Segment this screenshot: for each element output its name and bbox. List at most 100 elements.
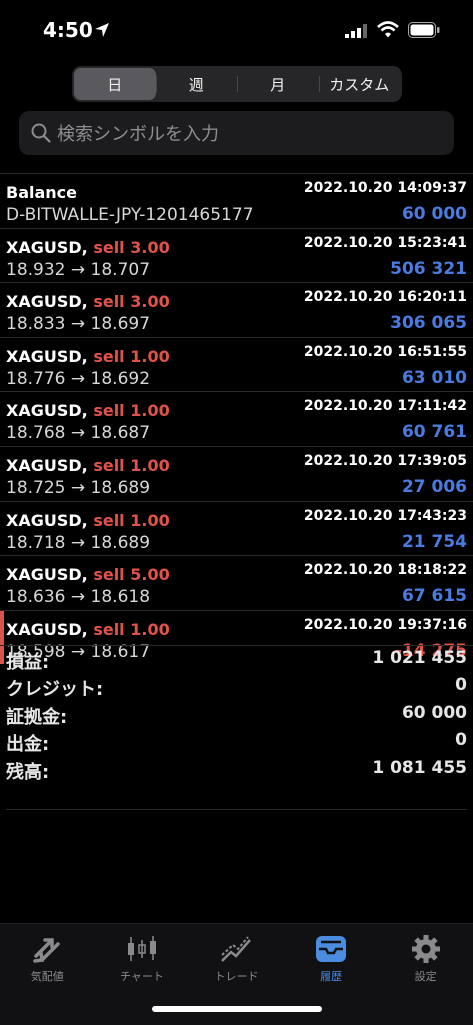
symbol-text: XAGUSD,	[6, 510, 88, 530]
summary-value: 1 021 455	[372, 648, 467, 668]
history-row-trade[interactable]: XAGUSD, sell 1.00 18.718 → 18.689 2022.1…	[0, 500, 473, 556]
summary-value: 60 000	[401, 702, 467, 723]
row-side: sell 1.00	[93, 346, 170, 366]
tab-label: 履歴	[320, 970, 343, 983]
period-tab-week[interactable]: 週	[155, 68, 238, 100]
row-symbol: XAGUSD, sell 1.00	[6, 456, 170, 475]
row-detail: 18.932 → 18.707	[6, 259, 151, 280]
summary-label: クレジット:	[6, 679, 104, 701]
row-side: sell 1.00	[93, 401, 170, 421]
gear-icon	[411, 935, 440, 963]
row-side: sell 3.00	[93, 237, 170, 257]
period-tab-month[interactable]: 月	[237, 68, 319, 100]
search-icon	[31, 123, 51, 143]
summary-withdrawal: 出金: 0	[0, 728, 473, 755]
symbol-text: XAGUSD,	[6, 565, 88, 585]
history-row-trade[interactable]: XAGUSD, sell 1.00 18.776 → 18.692 2022.1…	[0, 336, 473, 392]
summary-profit: 損益: 1 021 455	[0, 646, 473, 673]
row-datetime: 2022.10.20 16:20:11	[303, 289, 467, 306]
row-datetime: 2022.10.20 17:11:42	[303, 398, 467, 415]
tab-label: チャート	[119, 970, 164, 983]
row-symbol: XAGUSD, sell 1.00	[6, 401, 170, 420]
row-side: sell 5.00	[93, 565, 170, 585]
period-tab-day[interactable]: 日	[74, 68, 156, 100]
row-datetime: 2022.10.20 15:23:41	[303, 234, 467, 251]
row-symbol: Balance	[6, 183, 77, 202]
history-row-trade[interactable]: XAGUSD, sell 1.00 18.725 → 18.689 2022.1…	[0, 445, 473, 501]
home-indicator	[152, 1006, 322, 1012]
history-row-trade[interactable]: XAGUSD, sell 1.00 18.768 → 18.687 2022.1…	[0, 391, 473, 446]
row-value: 60 761	[401, 422, 467, 443]
location-arrow-icon	[95, 23, 109, 37]
row-datetime: 2022.10.20 14:09:37	[303, 180, 467, 196]
period-tab-custom[interactable]: カスタム	[318, 68, 401, 100]
history-row-trade[interactable]: XAGUSD, sell 5.00 18.636 → 18.618 2022.1…	[0, 555, 473, 610]
summary-label: 残高:	[6, 761, 50, 783]
summary-divider	[6, 809, 467, 810]
history-row-trade[interactable]: XAGUSD, sell 3.00 18.932 → 18.707 2022.1…	[0, 227, 473, 283]
row-datetime: 2022.10.20 17:43:23	[303, 507, 467, 524]
row-symbol: XAGUSD, sell 1.00	[6, 511, 170, 530]
summary-value: 1 081 455	[372, 757, 467, 778]
symbol-text: XAGUSD,	[6, 455, 88, 475]
symbol-text: XAGUSD,	[6, 292, 88, 312]
symbol-text: XAGUSD,	[6, 346, 88, 366]
row-datetime: 2022.10.20 17:39:05	[303, 452, 467, 469]
row-detail: D-BITWALLE-JPY-1201465177	[6, 205, 254, 225]
symbol-text: XAGUSD,	[6, 237, 88, 257]
row-value: 60 000	[401, 204, 467, 224]
wifi-icon	[377, 21, 399, 38]
row-symbol: XAGUSD, sell 3.00	[6, 238, 170, 257]
row-side: sell 3.00	[93, 292, 170, 312]
row-side: sell 1.00	[93, 455, 170, 475]
row-value: 63 010	[401, 367, 467, 388]
row-value: 27 006	[401, 476, 467, 497]
row-symbol: XAGUSD, sell 1.00	[6, 620, 170, 639]
summary-label: 損益:	[6, 652, 50, 673]
summary-balance: 残高: 1 081 455	[0, 756, 473, 783]
row-datetime: 2022.10.20 19:37:16	[303, 616, 467, 633]
row-detail: 18.718 → 18.689	[6, 532, 151, 553]
cellular-signal-icon	[345, 24, 367, 38]
quotes-arrows-icon	[33, 938, 61, 963]
inbox-tray-icon	[316, 936, 347, 962]
tab-label: 気配値	[30, 970, 64, 983]
summary-section: 損益: 1 021 455 クレジット: 0 証拠金: 60 000 出金: 0…	[0, 645, 473, 783]
search-placeholder: 検索シンボルを入力	[57, 124, 219, 145]
period-segmented-control: 日 週 月 カスタム	[72, 66, 402, 102]
row-detail: 18.776 → 18.692	[6, 368, 151, 389]
candlestick-chart-icon	[127, 936, 156, 961]
symbol-text: XAGUSD,	[6, 619, 88, 639]
row-symbol: XAGUSD, sell 3.00	[6, 292, 170, 311]
search-input[interactable]: 検索シンボルを入力	[19, 111, 454, 155]
status-bar: 4:50	[0, 0, 473, 60]
row-detail: 18.636 → 18.618	[6, 587, 151, 608]
battery-icon	[408, 22, 440, 38]
history-row-balance[interactable]: Balance D-BITWALLE-JPY-1201465177 2022.1…	[0, 173, 473, 228]
summary-value: 0	[455, 730, 467, 751]
symbol-text: XAGUSD,	[6, 401, 88, 421]
summary-credit: クレジット: 0	[0, 673, 473, 700]
row-detail: 18.725 → 18.689	[6, 477, 151, 498]
row-detail: 18.768 → 18.687	[6, 423, 151, 444]
row-symbol: XAGUSD, sell 1.00	[6, 347, 170, 366]
row-value: 506 321	[390, 258, 467, 279]
row-side: sell 1.00	[93, 510, 170, 530]
summary-label: 出金:	[6, 734, 50, 756]
history-row-trade[interactable]: XAGUSD, sell 3.00 18.833 → 18.697 2022.1…	[0, 282, 473, 337]
tab-settings[interactable]: 設定	[378, 924, 473, 1025]
row-value: 67 615	[401, 586, 467, 607]
summary-label: 証拠金:	[6, 706, 68, 728]
row-symbol: XAGUSD, sell 5.00	[6, 565, 170, 584]
tab-quotes[interactable]: 気配値	[0, 924, 95, 1025]
row-side: sell 1.00	[93, 619, 170, 639]
summary-value: 0	[455, 675, 467, 696]
tab-label: 設定	[414, 970, 437, 983]
row-datetime: 2022.10.20 16:51:55	[303, 343, 467, 360]
symbol-text: Balance	[6, 183, 77, 202]
history-list: Balance D-BITWALLE-JPY-1201465177 2022.1…	[0, 173, 473, 664]
tab-label: トレード	[214, 970, 259, 983]
row-detail: 18.833 → 18.697	[6, 314, 151, 335]
status-time: 4:50	[43, 18, 93, 42]
row-datetime: 2022.10.20 18:18:22	[303, 562, 467, 579]
